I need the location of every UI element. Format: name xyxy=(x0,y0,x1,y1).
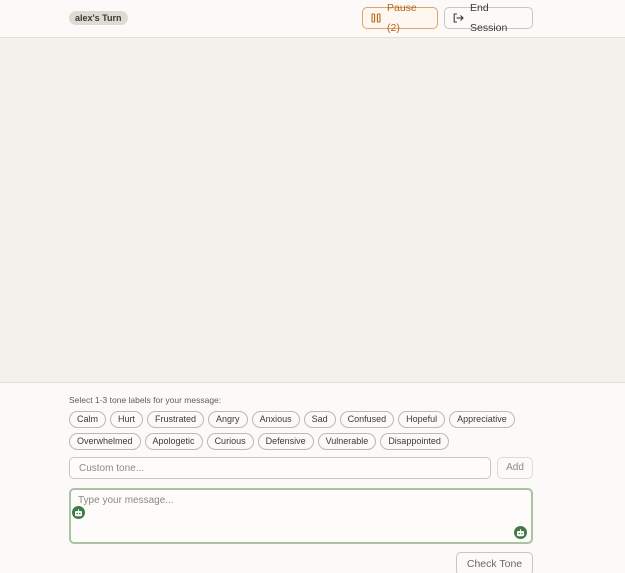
top-bar: alex's Turn Pause (2) End Session xyxy=(0,0,625,38)
pause-label: Pause (2) xyxy=(387,2,417,34)
tone-chip[interactable]: Disappointed xyxy=(380,433,449,450)
tone-chip[interactable]: Defensive xyxy=(257,433,314,450)
turn-badge: alex's Turn xyxy=(69,11,128,25)
tone-chip[interactable]: Confused xyxy=(339,411,395,428)
add-tone-button[interactable]: Add xyxy=(497,457,533,479)
composer: Select 1-3 tone labels for your message:… xyxy=(0,383,625,573)
tone-chip-row-2: Overwhelmed Apologetic Curious Defensive Vul… xyxy=(69,433,449,450)
tone-chip[interactable]: Hopeful xyxy=(398,411,446,428)
tone-chip[interactable]: Sad xyxy=(303,411,336,428)
end-session-label: End Session xyxy=(470,2,508,34)
check-tone-button[interactable]: Check Tone xyxy=(456,552,533,573)
tone-chip[interactable]: Angry xyxy=(208,411,248,428)
tone-chip[interactable]: Frustrated xyxy=(147,411,205,428)
tone-chip[interactable]: Calm xyxy=(69,411,107,428)
robot-icon[interactable] xyxy=(514,526,527,539)
robot-icon[interactable] xyxy=(72,506,85,519)
pause-icon xyxy=(371,13,381,23)
tone-chip[interactable]: Vulnerable xyxy=(317,433,377,450)
message-input[interactable] xyxy=(78,495,518,535)
tone-chip[interactable]: Curious xyxy=(206,433,254,450)
tone-prompt: Select 1-3 tone labels for your message: xyxy=(69,395,222,405)
logout-icon xyxy=(453,13,464,23)
message-box[interactable] xyxy=(69,488,533,544)
pause-button[interactable]: Pause (2) xyxy=(362,2,438,34)
tone-chip[interactable]: Overwhelmed xyxy=(69,433,141,450)
chat-area[interactable] xyxy=(0,38,625,383)
end-session-button[interactable]: End Session xyxy=(444,2,533,34)
tone-chip[interactable]: Anxious xyxy=(251,411,300,428)
tone-chip[interactable]: Apologetic xyxy=(144,433,203,450)
tone-chip[interactable]: Hurt xyxy=(110,411,144,428)
custom-tone-input[interactable] xyxy=(69,457,491,479)
tone-chip-row-1: Calm Hurt Frustrated Angry Anxious Sad Confuse… xyxy=(69,411,515,428)
tone-chip[interactable]: Appreciative xyxy=(449,411,515,428)
